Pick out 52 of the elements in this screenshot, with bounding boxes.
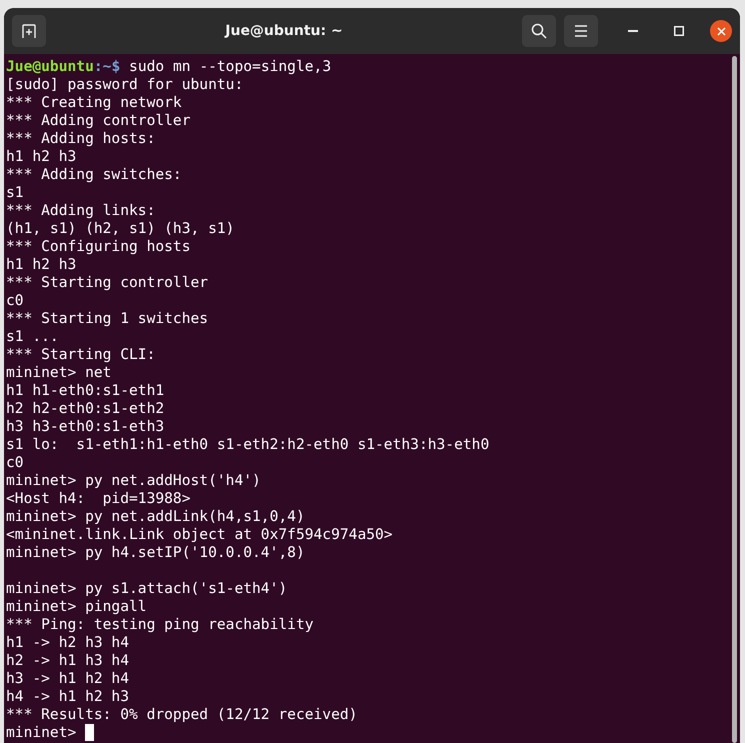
output-line: *** Starting CLI: [6, 346, 156, 363]
search-icon [531, 23, 547, 39]
output-line: *** Creating network [6, 94, 182, 111]
output-line: mininet> py net.addHost('h4') [6, 472, 261, 489]
output-line: *** Adding controller [6, 112, 191, 129]
output-line: h2 -> h1 h3 h4 [6, 652, 130, 669]
output-line: mininet> net [6, 364, 112, 381]
new-tab-icon [21, 23, 37, 39]
window-title: Jue@ubuntu: ~ [224, 23, 344, 39]
output-line: <mininet.link.Link object at 0x7f594c974a50> [6, 526, 393, 543]
output-line: h3 -> h1 h2 h4 [6, 670, 130, 687]
maximize-icon [674, 26, 684, 36]
new-tab-button[interactable] [12, 15, 46, 47]
search-button[interactable] [522, 15, 556, 47]
output-line: *** Starting controller [6, 274, 208, 291]
output-line: mininet> pingall [6, 598, 147, 615]
output-line: s1 ... [6, 328, 59, 345]
output-line: (h1, s1) (h2, s1) (h3, s1) [6, 220, 234, 237]
output-line: mininet> py net.addLink(h4,s1,0,4) [6, 508, 305, 525]
menu-icon [574, 25, 588, 37]
output-line: mininet> py s1.attach('s1-eth4') [6, 580, 288, 597]
shell-prompt: mininet> [6, 724, 76, 741]
prompt-user-host: Jue@ubuntu [6, 58, 94, 75]
output-line: *** Adding hosts: [6, 130, 156, 147]
output-line: h2 h2-eth0:s1-eth2 [6, 400, 164, 417]
output-line: *** Adding switches: [6, 166, 182, 183]
prompt-path: :~$ [94, 58, 120, 75]
output-line: *** Adding links: [6, 202, 156, 219]
close-button[interactable] [710, 20, 732, 42]
minimize-icon [628, 30, 638, 32]
output-line: s1 [6, 184, 24, 201]
output-line: h1 h2 h3 [6, 256, 76, 273]
output-line: h1 h2 h3 [6, 148, 76, 165]
command-text: sudo mn --topo=single,3 [129, 58, 332, 75]
output-line: c0 [6, 292, 24, 309]
output-line: c0 [6, 454, 24, 471]
text-cursor [85, 724, 94, 741]
output-line: s1 lo: s1-eth1:h1-eth0 s1-eth2:h2-eth0 s1-eth3:h3-eth0 [6, 436, 490, 453]
scrollbar[interactable] [732, 56, 736, 743]
output-line: *** Results: 0% dropped (12/12 received) [6, 706, 358, 723]
output-line: *** Configuring hosts [6, 238, 191, 255]
output-line: mininet> py h4.setIP('10.0.0.4',8) [6, 544, 305, 561]
output-line: h1 h1-eth0:s1-eth1 [6, 382, 164, 399]
output-line: [sudo] password for ubuntu: [6, 76, 244, 93]
output-line: h4 -> h1 h2 h3 [6, 688, 130, 705]
menu-button[interactable] [564, 15, 598, 47]
output-line: <Host h4: pid=13988> [6, 490, 191, 507]
output-line: *** Ping: testing ping reachability [6, 616, 314, 633]
output-line: h1 -> h2 h3 h4 [6, 634, 130, 651]
output-line: h3 h3-eth0:s1-eth3 [6, 418, 164, 435]
output-line: *** Starting 1 switches [6, 310, 208, 327]
close-icon [716, 26, 726, 36]
